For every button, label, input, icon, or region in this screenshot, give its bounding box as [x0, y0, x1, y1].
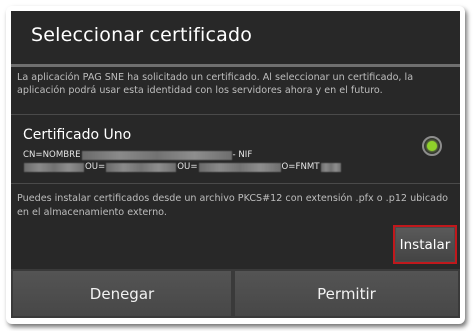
redacted-value	[81, 150, 232, 160]
dialog-button-bar: Denegar Permitir	[11, 269, 460, 318]
install-button[interactable]: Instalar	[393, 225, 457, 264]
dialog-title-bar: Seleccionar certificado	[11, 11, 460, 64]
redacted-value	[198, 162, 281, 172]
allow-button[interactable]: Permitir	[235, 271, 458, 316]
deny-button[interactable]: Denegar	[13, 271, 231, 316]
redacted-value	[24, 162, 84, 172]
certificate-ou-2: OU=	[177, 162, 198, 172]
divider	[11, 183, 460, 184]
certificate-radio-selected[interactable]	[422, 136, 442, 156]
certificate-subject-line-1: CN=NOMBRE - NIF	[23, 150, 252, 161]
request-info-text: La aplicación PAG SNE ha solicitado un c…	[17, 72, 414, 96]
radio-checked-indicator	[427, 141, 437, 151]
install-button-label: Instalar	[399, 236, 451, 253]
allow-button-label: Permitir	[317, 284, 376, 303]
dialog-title: Seleccionar certificado	[31, 24, 253, 46]
redacted-value	[320, 162, 341, 172]
certificate-o: O=FNMT	[281, 162, 320, 172]
certificate-cn: CN=NOMBRE	[23, 150, 81, 160]
title-divider	[11, 64, 460, 67]
certificate-ou-1: OU=	[85, 162, 106, 172]
redacted-value	[106, 162, 177, 172]
certificate-subject-line-2: OU= OU= O=FNMT	[23, 162, 342, 173]
certificate-name: Certificado Uno	[23, 127, 132, 143]
certificate-dialog: Seleccionar certificado La aplicación PA…	[11, 11, 460, 318]
certificate-nif-label: - NIF	[232, 150, 253, 160]
deny-button-label: Denegar	[89, 284, 155, 303]
certificate-row[interactable]: Certificado Uno CN=NOMBRE - NIF OU= OU= O=F…	[11, 115, 460, 181]
install-info-text: Puedes instalar certificados desde un ar…	[17, 193, 449, 218]
